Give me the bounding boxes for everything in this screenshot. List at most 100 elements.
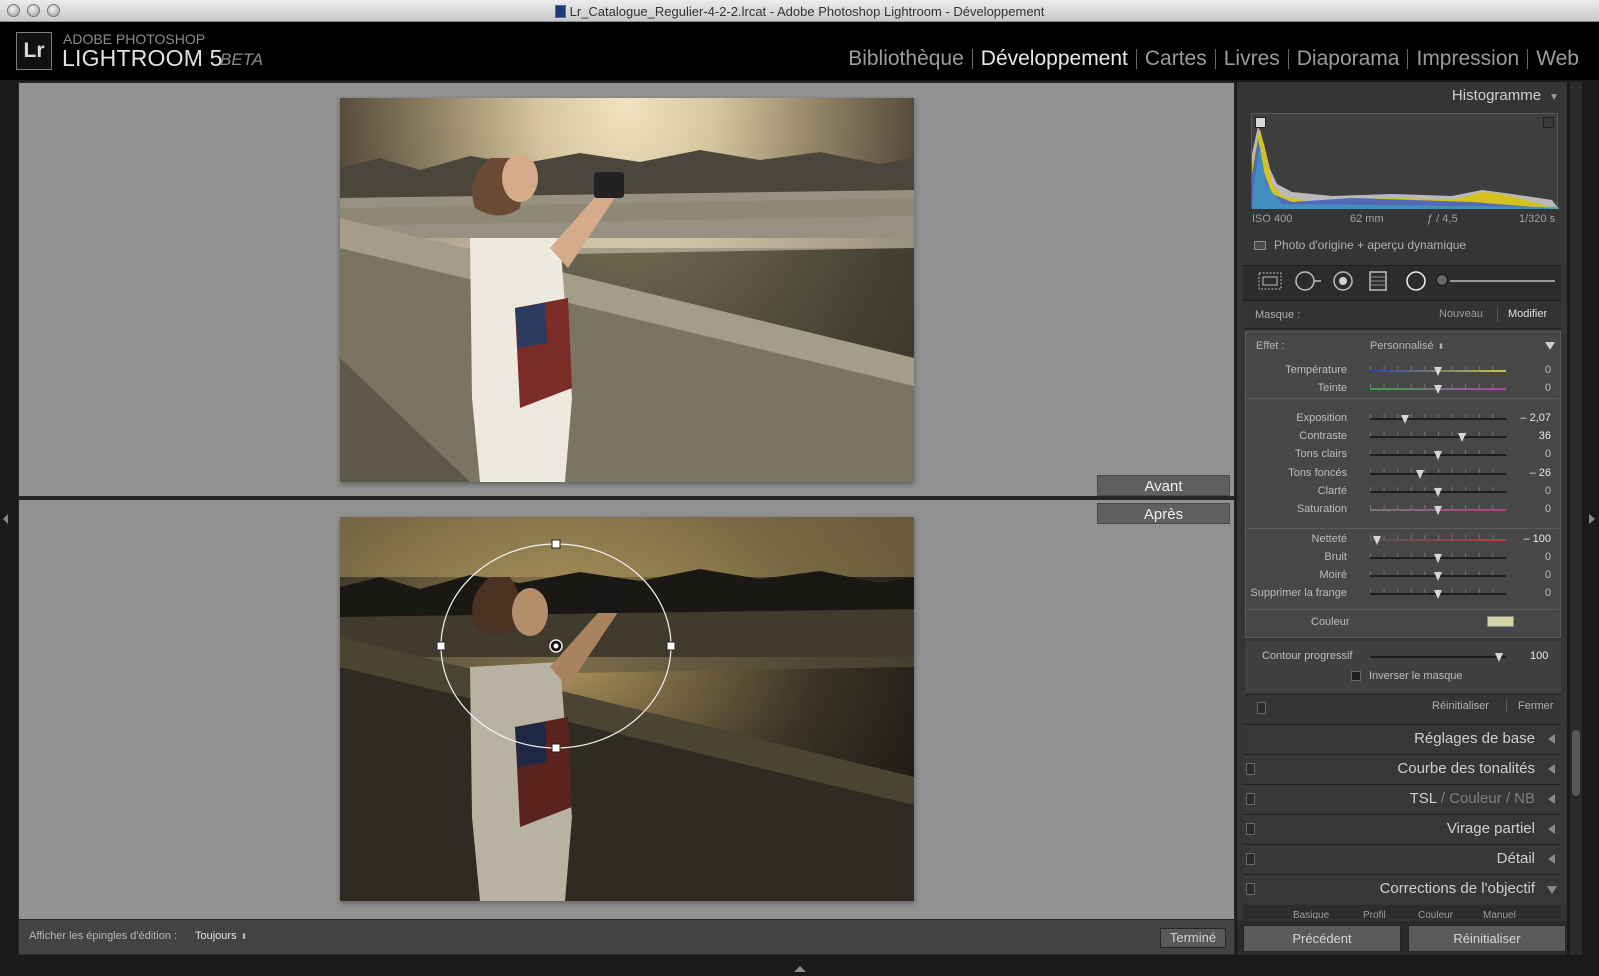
mask-slider-label: Tons clairs [1295,448,1347,460]
mask-label: Masque : [1255,309,1301,321]
left-panel-toggle-icon[interactable] [3,514,8,524]
mask-reset-button[interactable]: Réinitialiser [1432,700,1489,712]
mask-header: Masque : Nouveau Modifier [1245,301,1561,329]
original-photo-toggle[interactable]: Photo d'origine + aperçu dynamique [1254,238,1466,252]
section-detail[interactable]: Détail [1243,844,1561,872]
mask-slider-track[interactable] [1370,539,1506,541]
section-toggle-switch[interactable] [1246,883,1255,895]
feather-value[interactable]: 100 [1530,650,1548,662]
section-toggle-switch[interactable] [1246,823,1255,835]
before-photo[interactable] [340,98,914,482]
right-panel-toggle-icon[interactable] [1589,514,1595,524]
mask-slider-row: Moiré 0 [1245,567,1561,585]
mask-slider-value[interactable]: – 2,07 [1520,412,1551,424]
adjustment-brush-amount-track[interactable] [1450,280,1555,282]
section-toggle-switch[interactable] [1246,763,1255,775]
color-tab-label[interactable]: Couleur [1449,790,1502,807]
catalog-document-icon [554,5,566,18]
histogram-chart[interactable] [1251,113,1559,209]
invert-mask-label[interactable]: Inverser le masque [1369,670,1463,682]
effect-preset-select[interactable]: Personnalisé [1370,340,1444,352]
mask-slider-knob[interactable] [1434,367,1442,376]
mask-slider-track[interactable] [1370,436,1506,438]
mask-slider-knob[interactable] [1434,554,1442,563]
mask-slider-value[interactable]: 36 [1539,430,1551,442]
mask-slider-knob[interactable] [1434,451,1442,460]
mask-slider-knob[interactable] [1416,470,1425,479]
mask-close-button[interactable]: Fermer [1518,700,1553,712]
mask-slider-value[interactable]: – 26 [1530,467,1551,479]
section-toggle-switch[interactable] [1246,853,1255,865]
color-swatch[interactable] [1487,616,1514,627]
mask-slider-track[interactable] [1370,473,1506,475]
reset-button[interactable]: Réinitialiser [1408,925,1566,952]
mask-slider-knob[interactable] [1401,415,1410,424]
section-lens-corrections[interactable]: Corrections de l'objectif [1243,874,1561,902]
bw-tab-label[interactable]: NB [1514,790,1535,807]
mask-slider-label: Température [1285,364,1347,376]
done-button[interactable]: Terminé [1160,928,1226,948]
module-diaporama[interactable]: Diaporama [1289,47,1408,71]
show-pins-select[interactable]: Toujours [195,930,247,942]
window-titlebar: Lr_Catalogue_Regulier-4-2-2.lrcat - Adob… [0,0,1599,22]
mask-slider-knob[interactable] [1372,536,1381,545]
mask-slider-value[interactable]: 0 [1545,551,1551,563]
mask-slider-value[interactable]: 0 [1545,382,1551,394]
right-panel-scroll-thumb[interactable] [1572,730,1580,796]
mask-slider-value[interactable]: 0 [1545,485,1551,497]
mask-slider-knob[interactable] [1434,488,1442,497]
mask-slider-value[interactable]: 0 [1545,364,1551,376]
invert-mask-checkbox[interactable] [1351,671,1361,681]
filmstrip-toggle-icon[interactable] [794,966,806,972]
mask-slider-knob[interactable] [1434,385,1442,394]
mask-slider-knob[interactable] [1458,433,1467,442]
after-photo[interactable] [340,517,914,901]
adjustment-brush-icon[interactable] [1436,274,1448,286]
histogram-header[interactable]: Histogramme ▼ [1452,87,1559,104]
lens-tab-basic[interactable]: Basique [1293,910,1329,919]
expand-triangle-icon [1548,854,1555,864]
highlight-clipping-icon[interactable] [1543,117,1554,128]
feather-slider[interactable] [1370,656,1506,658]
mask-toggle-switch[interactable] [1257,702,1266,714]
module-developpement[interactable]: Développement [973,47,1136,71]
mask-edit-button[interactable]: Modifier [1508,308,1547,320]
original-photo-label: Photo d'origine + aperçu dynamique [1274,238,1467,252]
feather-slider-knob[interactable] [1495,653,1504,662]
lens-tab-manual[interactable]: Manuel [1483,910,1516,919]
mask-slider-track[interactable] [1370,418,1506,420]
lens-tab-profile[interactable]: Profil [1363,910,1386,919]
lens-tab-color[interactable]: Couleur [1418,910,1453,919]
module-web[interactable]: Web [1528,47,1587,71]
hsl-tab-label[interactable]: TSL [1410,790,1437,807]
mask-slider-value[interactable]: 0 [1545,448,1551,460]
mask-slider-knob[interactable] [1434,572,1442,581]
module-cartes[interactable]: Cartes [1137,47,1215,71]
mask-slider-row: Clarté 0 [1245,483,1561,501]
previous-button[interactable]: Précédent [1243,925,1401,952]
mask-slider-value[interactable]: 0 [1545,569,1551,581]
mask-slider-value[interactable]: 0 [1545,503,1551,515]
section-basic[interactable]: Réglages de base [1243,724,1561,752]
radial-filter-icon[interactable] [1404,270,1428,292]
spot-removal-icon[interactable] [1294,270,1322,292]
section-split-toning[interactable]: Virage partiel [1243,814,1561,842]
mask-slider-knob[interactable] [1434,590,1442,599]
module-bibliotheque[interactable]: Bibliothèque [840,47,972,71]
module-impression[interactable]: Impression [1408,47,1527,71]
red-eye-icon[interactable] [1331,270,1355,292]
effect-collapse-triangle-icon[interactable] [1545,342,1555,350]
mask-slider-value[interactable]: 0 [1545,587,1551,599]
graduated-filter-icon[interactable] [1366,270,1390,292]
section-hsl[interactable]: TSL / Couleur / NB [1243,784,1561,812]
section-tone-curve[interactable]: Courbe des tonalités [1243,754,1561,782]
mask-slider-label: Teinte [1317,382,1347,394]
mask-new-button[interactable]: Nouveau [1439,308,1483,320]
module-livres[interactable]: Livres [1216,47,1288,71]
section-toggle-switch[interactable] [1246,793,1255,805]
mask-slider-value[interactable]: – 100 [1523,533,1551,545]
mask-slider-knob[interactable] [1434,506,1442,515]
right-panel-scrollbar[interactable] [1570,82,1582,955]
crop-overlay-icon[interactable] [1257,270,1283,292]
shadow-clipping-icon[interactable] [1255,117,1266,128]
